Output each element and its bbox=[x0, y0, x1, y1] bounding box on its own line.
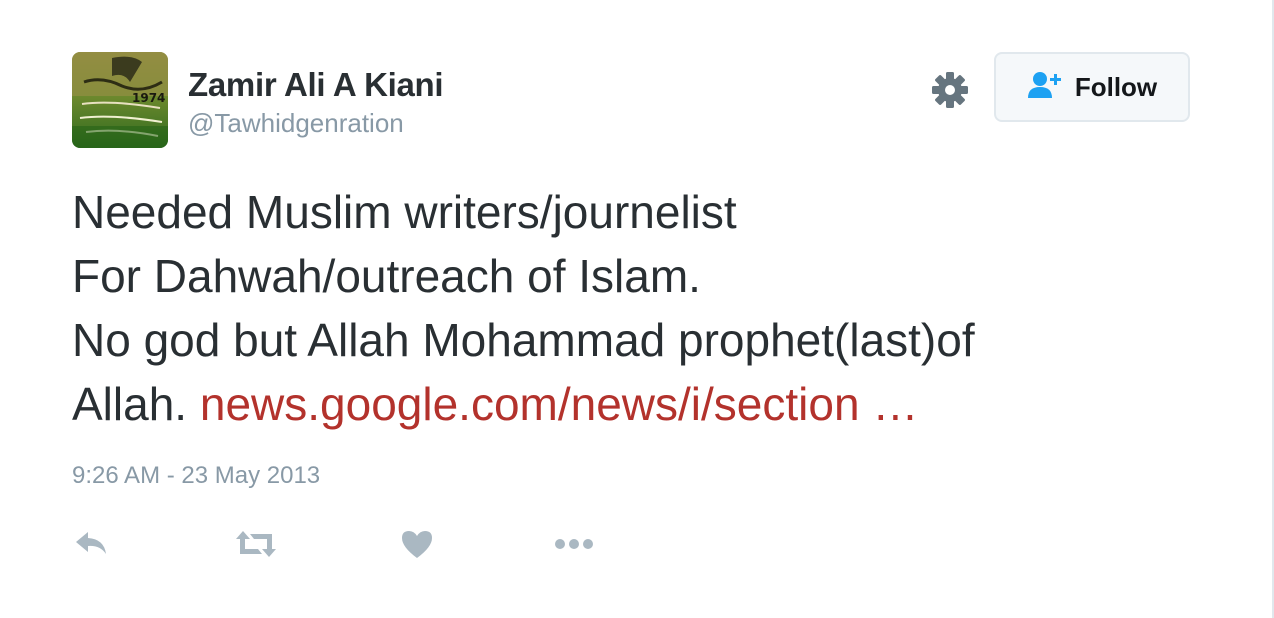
more-icon[interactable] bbox=[554, 524, 596, 564]
tweet-timestamp[interactable]: 9:26 AM - 23 May 2013 bbox=[72, 462, 320, 490]
follow-button[interactable]: Follow bbox=[994, 52, 1190, 122]
reply-icon[interactable] bbox=[74, 524, 110, 564]
follow-label: Follow bbox=[1074, 71, 1158, 102]
user-name[interactable]: Zamir Ali A Kiani bbox=[188, 66, 444, 104]
tweet-line-1: Needed Muslim writers/journelist bbox=[72, 186, 737, 238]
heart-icon[interactable] bbox=[400, 524, 434, 564]
tweet-line-4-text: Allah. bbox=[72, 378, 200, 430]
tweet-link[interactable]: news.google.com/news/i/section … bbox=[200, 378, 918, 430]
tweet-line-3: No god but Allah Mohammad prophet(last)o… bbox=[72, 314, 975, 366]
avatar-image: 1974 bbox=[72, 52, 168, 148]
avatar[interactable]: 1974 bbox=[72, 52, 168, 148]
gear-icon[interactable] bbox=[930, 70, 970, 110]
retweet-icon[interactable] bbox=[234, 524, 278, 564]
tweet-text: Needed Muslim writers/journelist For Dah… bbox=[72, 180, 1172, 436]
avatar-year: 1974 bbox=[132, 91, 165, 105]
tweet-line-2: For Dahwah/outreach of Islam. bbox=[72, 250, 701, 302]
add-user-icon bbox=[1027, 70, 1063, 105]
tweet-line-4: Allah. news.google.com/news/i/section … bbox=[72, 372, 1172, 436]
user-handle[interactable]: @Tawhidgenration bbox=[188, 108, 404, 139]
